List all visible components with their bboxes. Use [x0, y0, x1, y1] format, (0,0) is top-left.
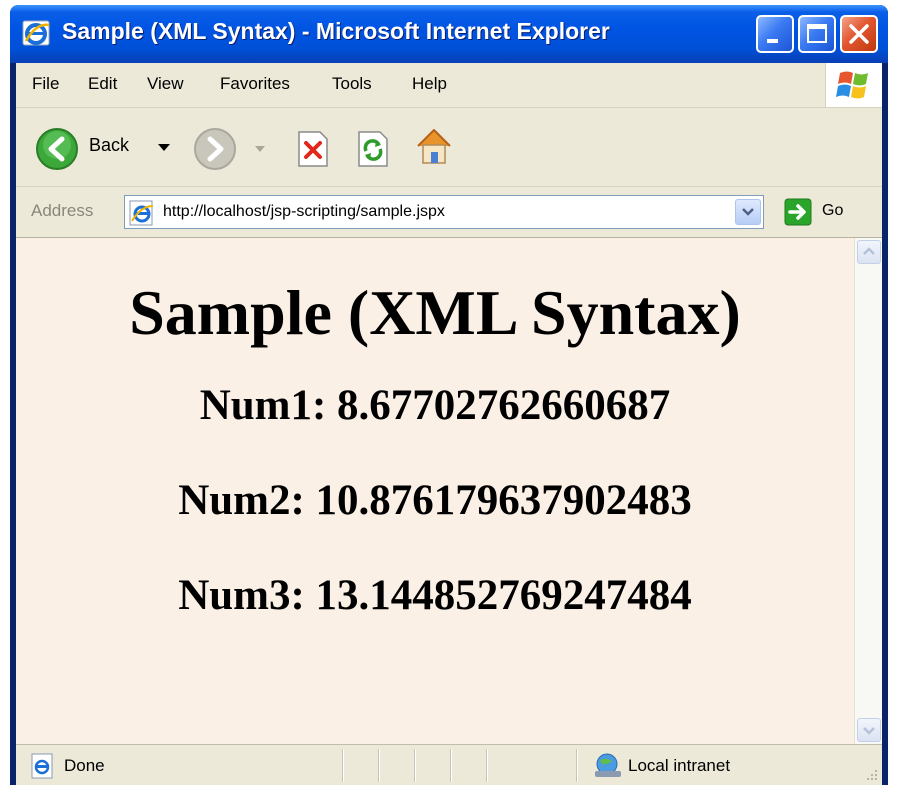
forward-arrow-icon[interactable]	[192, 126, 238, 172]
menu-tools[interactable]: Tools	[332, 74, 372, 94]
page-content: Sample (XML Syntax) Num1: 8.677027626606…	[16, 238, 854, 744]
status-divider	[486, 749, 488, 782]
internet-explorer-icon	[22, 20, 50, 46]
back-button-label[interactable]: Back	[89, 135, 129, 156]
scroll-down-button[interactable]	[857, 718, 881, 742]
local-intranet-icon	[595, 753, 621, 777]
address-bar: Address http://localhost/jsp-scripting/s…	[16, 187, 882, 238]
page-ie-icon	[129, 200, 154, 226]
home-icon[interactable]	[412, 124, 456, 168]
address-input[interactable]: http://localhost/jsp-scripting/sample.js…	[124, 195, 764, 229]
browser-window: Sample (XML Syntax) - Microsoft Internet…	[10, 5, 888, 785]
scroll-up-button[interactable]	[857, 240, 881, 264]
minimize-icon	[767, 39, 778, 43]
window-title: Sample (XML Syntax) - Microsoft Internet…	[62, 18, 610, 44]
close-button[interactable]	[840, 15, 878, 53]
status-text: Done	[64, 756, 105, 775]
chevron-down-icon	[863, 727, 875, 735]
vertical-scrollbar[interactable]	[854, 238, 882, 744]
address-dropdown-button[interactable]	[735, 199, 761, 225]
go-button-label[interactable]: Go	[822, 202, 843, 220]
go-arrow-icon[interactable]	[784, 198, 812, 226]
chevron-up-icon	[863, 247, 875, 255]
back-arrow-icon[interactable]	[34, 126, 80, 172]
menu-bar: File Edit View Favorites Tools Help	[16, 63, 882, 108]
title-bar[interactable]: Sample (XML Syntax) - Microsoft Internet…	[10, 5, 888, 63]
back-dropdown-icon[interactable]	[156, 142, 172, 154]
num2-line: Num2: 10.876179637902483	[178, 477, 692, 524]
status-divider	[414, 749, 416, 782]
chevron-down-icon	[742, 208, 754, 216]
menu-edit[interactable]: Edit	[88, 74, 117, 94]
stop-icon[interactable]	[296, 130, 330, 168]
security-zone-label: Local intranet	[628, 756, 731, 775]
menu-help[interactable]: Help	[412, 74, 447, 94]
status-divider	[576, 749, 578, 782]
address-url[interactable]: http://localhost/jsp-scripting/sample.js…	[163, 203, 445, 221]
page-heading: Sample (XML Syntax)	[129, 277, 741, 348]
close-icon	[849, 24, 869, 44]
maximize-icon	[807, 24, 827, 43]
menu-view[interactable]: View	[147, 74, 184, 94]
status-divider	[342, 749, 344, 782]
browser-frame: File Edit View Favorites Tools Help Back…	[16, 63, 882, 785]
resize-grip-icon[interactable]	[862, 767, 880, 785]
page-done-icon	[31, 753, 53, 779]
forward-dropdown-icon[interactable]	[254, 144, 266, 154]
minimize-button[interactable]	[756, 15, 794, 53]
address-label: Address	[31, 201, 94, 220]
num3-line: Num3: 13.144852769247484	[178, 572, 692, 619]
maximize-button[interactable]	[798, 15, 836, 53]
status-divider	[378, 749, 380, 782]
status-bar: Done Local intranet	[16, 744, 882, 785]
menu-favorites[interactable]: Favorites	[220, 74, 290, 94]
toolbar: Back	[16, 108, 882, 187]
status-divider	[450, 749, 452, 782]
num1-line: Num1: 8.67702762660687	[199, 382, 671, 429]
windows-logo	[825, 63, 882, 107]
menu-file[interactable]: File	[32, 74, 59, 94]
windows-flag-icon	[836, 71, 868, 99]
refresh-icon[interactable]	[356, 130, 390, 168]
